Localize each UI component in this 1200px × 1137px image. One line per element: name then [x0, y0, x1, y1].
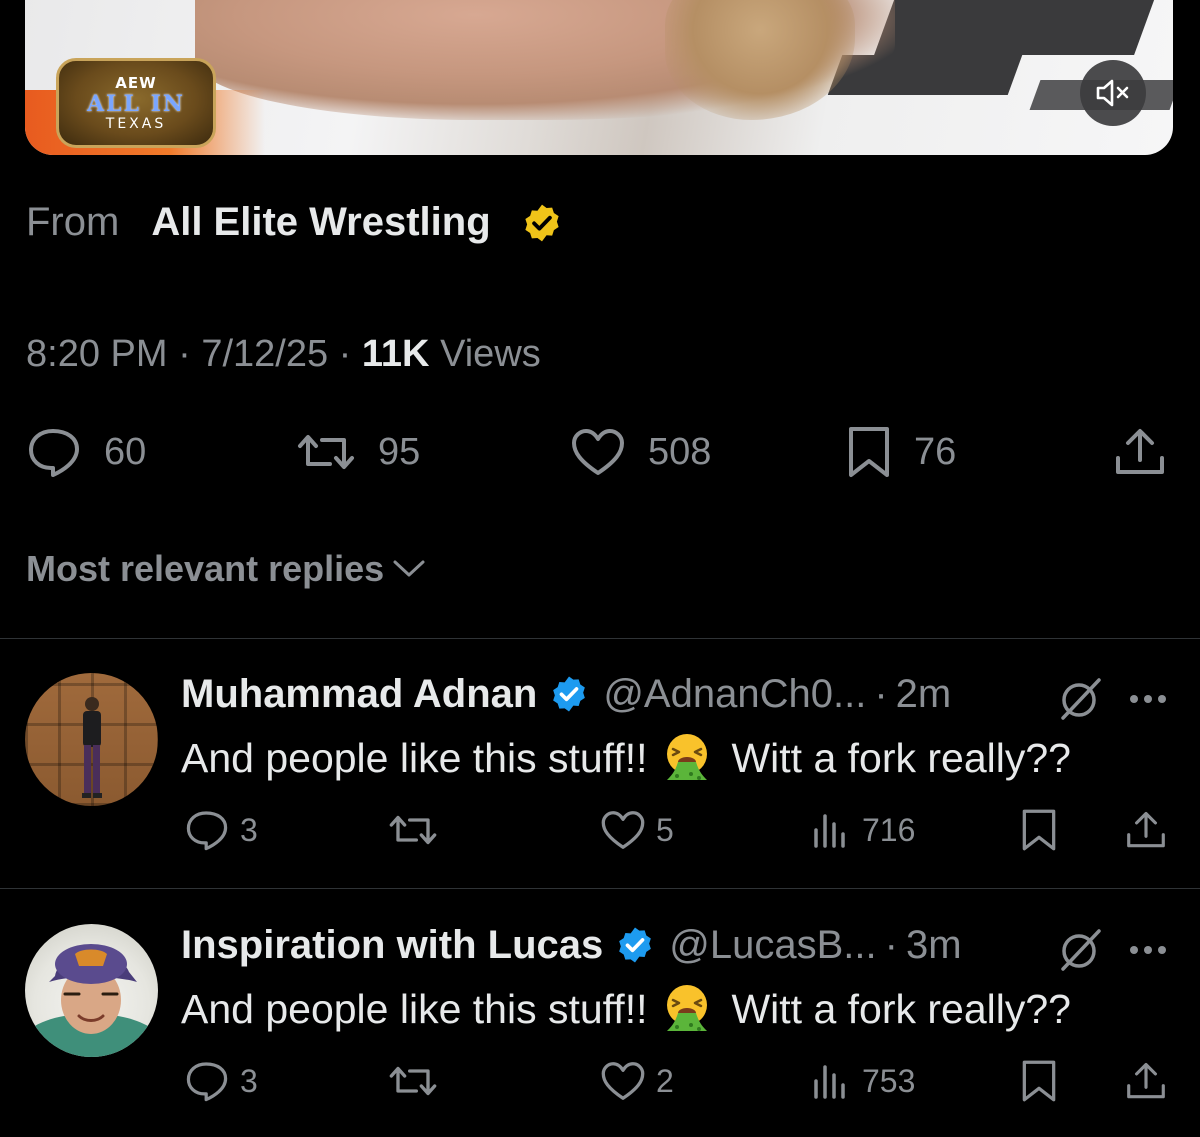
reply-text: And people like this stuff!! Witt a fork… — [181, 979, 1071, 1039]
all-in-texas-logo: AEW ALL IN TEXAS — [56, 58, 216, 148]
reply-button[interactable]: 60 — [26, 422, 146, 482]
reply-author-name[interactable]: Muhammad Adnan — [181, 672, 537, 717]
share-icon — [1127, 811, 1165, 848]
replies-sort-dropdown[interactable]: Most relevant replies — [26, 548, 426, 590]
reply-item[interactable]: Muhammad Adnan @AdnanCh0... · 2m And peo… — [0, 640, 1200, 890]
replies-sort-label: Most relevant replies — [26, 548, 385, 589]
post-date: 7/12/25 — [201, 333, 329, 375]
verified-gold-badge-icon — [521, 202, 563, 244]
share-button[interactable] — [1124, 800, 1168, 860]
share-button[interactable] — [1124, 1051, 1168, 1111]
reply-icon — [186, 811, 228, 851]
reply-count: 3 — [240, 1062, 258, 1099]
bookmark-icon — [1022, 1060, 1056, 1102]
bookmark-button[interactable]: 76 — [846, 422, 956, 482]
post-time: 8:20 PM — [26, 333, 168, 375]
repost-button[interactable] — [388, 800, 438, 860]
source-account-name[interactable]: All Elite Wrestling — [151, 200, 490, 245]
bookmark-button[interactable] — [1020, 1051, 1058, 1111]
post-meta: 8:20 PM · 7/12/25 · 11K Views — [26, 333, 541, 375]
bookmark-count: 76 — [914, 430, 957, 473]
like-count: 508 — [648, 430, 712, 473]
vomiting-face-icon — [661, 732, 713, 784]
heart-icon — [572, 429, 624, 475]
repost-icon — [298, 435, 354, 469]
chevron-down-icon — [393, 560, 425, 577]
analytics-icon — [814, 814, 845, 848]
reply-action-bar: 3 5 716 — [0, 800, 1200, 860]
grok-icon[interactable] — [1055, 925, 1105, 980]
reply-button[interactable]: 3 — [184, 800, 258, 860]
avatar[interactable] — [25, 673, 158, 806]
reply-icon — [29, 429, 79, 477]
reply-author-handle[interactable]: @AdnanCh0... — [603, 672, 866, 717]
repost-icon — [389, 815, 437, 845]
verified-badge-icon — [549, 674, 589, 714]
share-icon — [1116, 429, 1164, 474]
speaker-muted-icon — [1096, 79, 1129, 107]
view-count: 753 — [862, 1062, 916, 1099]
repost-button[interactable]: 95 — [296, 422, 420, 482]
heart-icon — [601, 1062, 645, 1100]
reply-author-name[interactable]: Inspiration with Lucas — [181, 923, 603, 968]
reply-action-bar: 3 2 753 — [0, 1051, 1200, 1111]
divider — [0, 888, 1200, 889]
verified-badge-icon — [615, 925, 655, 965]
post-action-bar: 60 95 508 76 — [0, 422, 1200, 482]
like-button[interactable]: 508 — [570, 422, 711, 482]
reply-count: 3 — [240, 811, 258, 848]
reply-header: Muhammad Adnan @AdnanCh0... · 2m — [181, 671, 952, 717]
repost-icon — [389, 1066, 437, 1096]
repost-button[interactable] — [388, 1051, 438, 1111]
reply-text: And people like this stuff!! Witt a fork… — [181, 728, 1071, 788]
bookmark-icon — [1022, 809, 1056, 851]
share-icon — [1127, 1062, 1165, 1099]
view-count: 716 — [862, 811, 916, 848]
views-count[interactable]: 11K — [362, 333, 430, 375]
like-button[interactable]: 5 — [600, 800, 674, 860]
reply-icon — [186, 1062, 228, 1102]
reply-header: Inspiration with Lucas @LucasB... · 3m — [181, 922, 962, 968]
heart-icon — [601, 811, 645, 849]
bookmark-button[interactable] — [1020, 800, 1058, 860]
reply-button[interactable]: 3 — [184, 1051, 258, 1111]
divider — [0, 638, 1200, 639]
like-count: 5 — [656, 811, 674, 848]
reply-count: 60 — [104, 430, 147, 473]
unmute-button[interactable] — [1080, 60, 1146, 126]
avatar[interactable] — [25, 924, 158, 1057]
bookmark-icon — [849, 427, 889, 477]
reply-time: 3m — [905, 922, 962, 967]
reply-author-handle[interactable]: @LucasB... — [669, 923, 876, 968]
views-label: Views — [440, 333, 541, 375]
vomiting-face-icon — [661, 983, 713, 1035]
views-button[interactable]: 753 — [812, 1051, 915, 1111]
from-label: From — [26, 200, 120, 244]
reply-time: 2m — [895, 671, 952, 716]
like-button[interactable]: 2 — [600, 1051, 674, 1111]
views-button[interactable]: 716 — [812, 800, 915, 860]
analytics-icon — [814, 1065, 845, 1099]
more-options-icon[interactable] — [1128, 692, 1168, 710]
more-options-icon[interactable] — [1128, 943, 1168, 961]
like-count: 2 — [656, 1062, 674, 1099]
reply-item[interactable]: Inspiration with Lucas @LucasB... · 3m A… — [0, 891, 1200, 1137]
repost-count: 95 — [378, 430, 421, 473]
grok-icon[interactable] — [1055, 674, 1105, 729]
share-button[interactable] — [1112, 422, 1168, 482]
source-attribution: From All Elite Wrestling — [26, 200, 563, 245]
